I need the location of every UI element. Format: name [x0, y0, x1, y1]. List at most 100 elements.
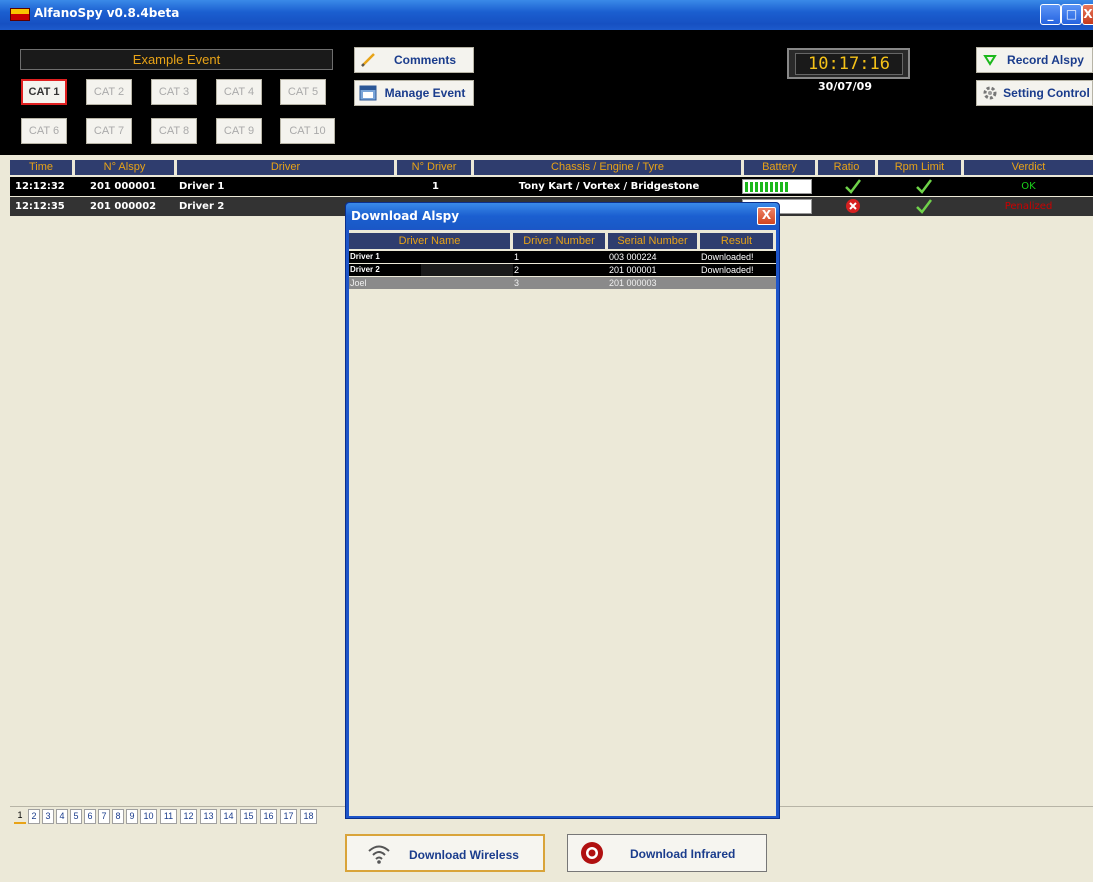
gear-icon [983, 86, 997, 100]
ratio-check-icon [845, 179, 861, 194]
page-tab-4[interactable]: 4 [56, 809, 68, 824]
download-infrared-label: Download Infrared [630, 847, 736, 861]
category-tab-1[interactable]: CAT 1 [21, 79, 67, 105]
cell-chassis: Tony Kart / Vortex / Bridgestone [518, 181, 700, 192]
title-bar[interactable]: AlfanoSpy v0.8.4beta _ □ X [0, 0, 1093, 30]
category-tab-6[interactable]: CAT 6 [21, 118, 67, 144]
cell-driver-number: 1 [432, 181, 439, 192]
wifi-icon [368, 845, 390, 864]
page-tab-8[interactable]: 8 [112, 809, 124, 824]
page-tab-2[interactable]: 2 [28, 809, 40, 824]
category-tab-9[interactable]: CAT 9 [216, 118, 262, 144]
page-tab-14[interactable]: 14 [220, 809, 237, 824]
page-tab-5[interactable]: 5 [70, 809, 82, 824]
manage-event-button[interactable]: Manage Event [354, 80, 474, 106]
column-header-chassis[interactable]: Chassis / Engine / Tyre [474, 160, 744, 175]
dialog-title-bar[interactable]: Download Alspy [346, 203, 779, 229]
download-wireless-label: Download Wireless [409, 848, 519, 862]
pencil-icon [361, 53, 375, 67]
dialog-header-driver-number[interactable]: Driver Number [513, 233, 608, 249]
page-tab-10[interactable]: 10 [140, 809, 157, 824]
page-tab-12[interactable]: 12 [180, 809, 197, 824]
dialog-cell-name: Driver 1 [350, 252, 380, 261]
rpm-check-icon [916, 199, 932, 214]
record-alspy-label: Record Alspy [1007, 53, 1084, 67]
cell-time: 12:12:35 [15, 201, 65, 212]
dialog-close-button[interactable]: X [757, 207, 776, 225]
column-header-battery[interactable]: Battery [744, 160, 818, 175]
dialog-cell-serial: 003 000224 [609, 252, 657, 262]
rpm-check-icon [916, 179, 932, 194]
results-table-header: Time N° Alspy Driver N° Driver Chassis /… [10, 160, 1093, 175]
ratio-fail-icon [846, 199, 860, 213]
page-tab-17[interactable]: 17 [280, 809, 297, 824]
dialog-row[interactable]: Driver 2 2 201 000001 Downloaded! [349, 264, 776, 276]
download-infrared-button[interactable]: Download Infrared [567, 834, 767, 872]
comments-button[interactable]: Comments [354, 47, 474, 73]
page-tab-16[interactable]: 16 [260, 809, 277, 824]
category-tab-10[interactable]: CAT 10 [280, 118, 335, 144]
page-tab-6[interactable]: 6 [84, 809, 96, 824]
page-tab-13[interactable]: 13 [200, 809, 217, 824]
page-tab-1[interactable]: 1 [14, 809, 26, 824]
page-tab-9[interactable]: 9 [126, 809, 138, 824]
dialog-title: Download Alspy [351, 209, 460, 223]
page-tab-3[interactable]: 3 [42, 809, 54, 824]
maximize-button[interactable]: □ [1061, 4, 1082, 25]
table-row[interactable]: 12:12:32 201 000001 Driver 1 1 Tony Kart… [10, 177, 1093, 196]
column-header-verdict[interactable]: Verdict [964, 160, 1093, 175]
dialog-header-driver-name[interactable]: Driver Name [349, 233, 513, 249]
app-icon [10, 8, 30, 21]
page-tab-15[interactable]: 15 [240, 809, 257, 824]
comments-label: Comments [393, 53, 456, 67]
clock-date: 30/07/09 [818, 80, 872, 93]
dialog-cell-number: 1 [514, 252, 520, 262]
record-alspy-button[interactable]: Record Alspy [976, 47, 1093, 73]
column-header-ratio[interactable]: Ratio [818, 160, 878, 175]
category-tab-3[interactable]: CAT 3 [151, 79, 197, 105]
page-tab-7[interactable]: 7 [98, 809, 110, 824]
page-tab-18[interactable]: 18 [300, 809, 317, 824]
clock-time: 10:17:16 [795, 53, 903, 75]
dialog-cell-result: Downloaded! [701, 252, 754, 262]
dialog-cell-number: 2 [514, 265, 520, 275]
column-header-alspy[interactable]: N° Alspy [75, 160, 177, 175]
battery-gauge [742, 179, 812, 194]
cell-alspy: 201 000001 [90, 181, 157, 192]
category-tab-8[interactable]: CAT 8 [151, 118, 197, 144]
setting-control-label: Setting Control [1003, 86, 1090, 100]
dialog-cell-result: Downloaded! [701, 265, 754, 275]
manage-event-label: Manage Event [384, 86, 466, 100]
category-tab-4[interactable]: CAT 4 [216, 79, 262, 105]
app-window: AlfanoSpy v0.8.4beta _ □ X Example Event… [0, 0, 1093, 882]
window-title: AlfanoSpy v0.8.4beta [34, 6, 180, 20]
dialog-cell-serial: 201 000001 [609, 265, 657, 275]
column-header-driver[interactable]: Driver [177, 160, 397, 175]
infrared-icon [581, 842, 603, 864]
close-button[interactable]: X [1082, 4, 1093, 25]
cell-driver: Driver 1 [179, 181, 225, 192]
download-wireless-button[interactable]: Download Wireless [345, 834, 545, 872]
calendar-icon [359, 85, 377, 101]
dialog-header-result[interactable]: Result [700, 233, 773, 249]
dialog-body: Driver Name Driver Number Serial Number … [349, 230, 776, 816]
dialog-cell-name: Driver 2 [349, 264, 421, 276]
cell-verdict: OK [1021, 181, 1036, 192]
page-tab-11[interactable]: 11 [160, 809, 177, 824]
dialog-header-serial-number[interactable]: Serial Number [608, 233, 700, 249]
category-tab-2[interactable]: CAT 2 [86, 79, 132, 105]
dialog-row[interactable]: Joel 3 201 000003 [349, 277, 776, 289]
dialog-cell-name: Joel [350, 278, 367, 288]
category-tab-5[interactable]: CAT 5 [280, 79, 326, 105]
column-header-rpm-limit[interactable]: Rpm Limit [878, 160, 964, 175]
dialog-row[interactable]: Driver 1 1 003 000224 Downloaded! [349, 251, 776, 263]
minimize-button[interactable]: _ [1040, 4, 1061, 25]
download-alspy-dialog: Download Alspy X Driver Name Driver Numb… [345, 202, 780, 819]
event-name: Example Event [20, 49, 333, 70]
column-header-driver-number[interactable]: N° Driver [397, 160, 474, 175]
record-icon [983, 55, 997, 66]
dialog-cell-number: 3 [514, 278, 520, 288]
category-tab-7[interactable]: CAT 7 [86, 118, 132, 144]
setting-control-button[interactable]: Setting Control [976, 80, 1093, 106]
column-header-time[interactable]: Time [10, 160, 75, 175]
